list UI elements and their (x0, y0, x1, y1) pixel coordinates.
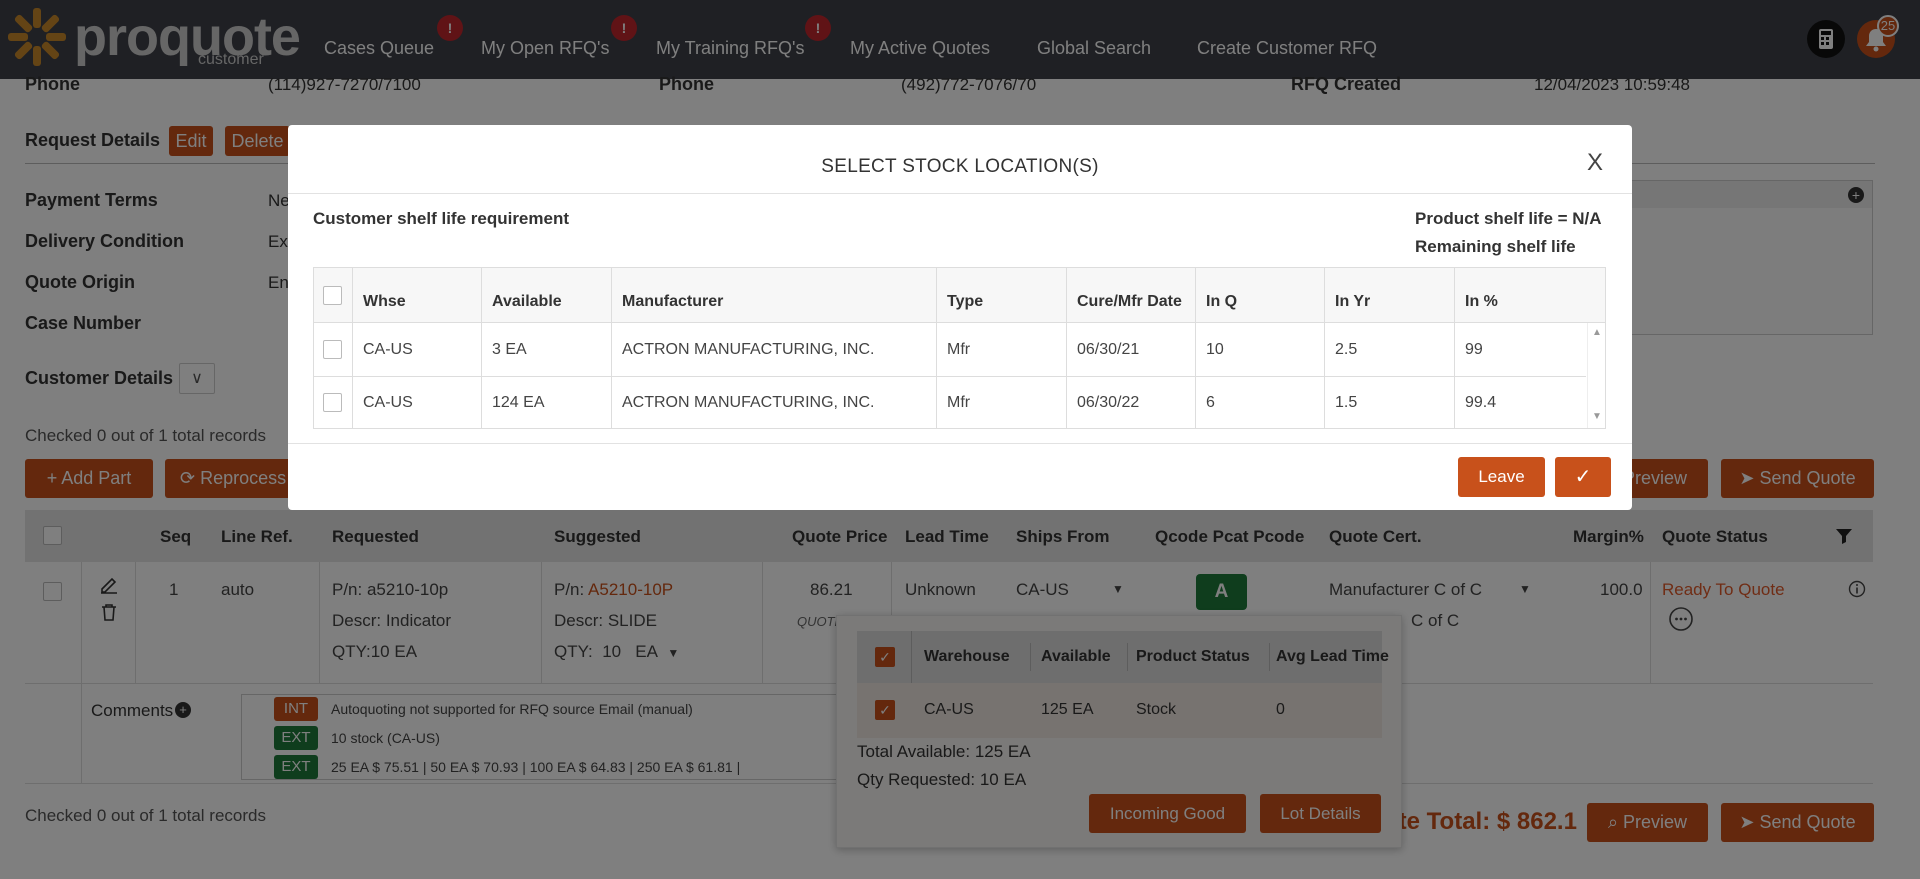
remaining-shelf-life-label: Remaining shelf life (1415, 237, 1576, 256)
stock-type: Mfr (947, 394, 971, 411)
modal-title: SELECT STOCK LOCATION(S) (821, 156, 1099, 177)
stock-row[interactable]: CA-US 3 EA ACTRON MANUFACTURING, INC. Mf… (314, 323, 1586, 377)
select-stock-modal: SELECT STOCK LOCATION(S) X Customer shel… (288, 125, 1632, 510)
modal-footer-divider (288, 443, 1632, 444)
stock-select-all-checkbox[interactable] (323, 286, 342, 305)
stock-whse: CA-US (363, 341, 413, 358)
stock-in-pct: 99.4 (1465, 394, 1497, 411)
stock-manufacturer: ACTRON MANUFACTURING, INC. (622, 394, 875, 411)
stock-in-q: 6 (1206, 394, 1215, 411)
scroll-down-icon[interactable]: ▼ (1592, 411, 1602, 422)
stock-col-whse: Whse (363, 293, 406, 310)
stock-table: Whse Available Manufacturer Type Cure/Mf… (313, 267, 1606, 429)
stock-table-header: Whse Available Manufacturer Type Cure/Mf… (314, 268, 1605, 323)
stock-type: Mfr (947, 341, 971, 358)
stock-col-type: Type (947, 293, 984, 310)
close-icon[interactable]: X (1587, 149, 1603, 177)
stock-row[interactable]: CA-US 124 EA ACTRON MANUFACTURING, INC. … (314, 377, 1586, 428)
stock-col-available: Available (492, 293, 562, 310)
stock-row-checkbox[interactable] (323, 340, 342, 359)
stock-col-cure-date: Cure/Mfr Date (1077, 293, 1182, 310)
stock-col-in-q: In Q (1206, 293, 1238, 310)
modal-divider (288, 193, 1632, 194)
stock-row-checkbox[interactable] (323, 393, 342, 412)
stock-col-in-yr: In Yr (1335, 293, 1371, 310)
stock-cure-date: 06/30/21 (1077, 341, 1140, 358)
stock-in-q: 10 (1206, 341, 1224, 358)
customer-shelf-life-label: Customer shelf life requirement (313, 209, 570, 228)
stock-cure-date: 06/30/22 (1077, 394, 1140, 411)
stock-in-yr: 1.5 (1335, 394, 1358, 411)
stock-manufacturer: ACTRON MANUFACTURING, INC. (622, 341, 875, 358)
stock-available: 124 EA (492, 394, 545, 411)
stock-col-in-pct: In % (1465, 293, 1498, 310)
stock-table-scrollbar[interactable]: ▲ ▼ (1587, 323, 1605, 428)
stock-available: 3 EA (492, 341, 527, 358)
stock-whse: CA-US (363, 394, 413, 411)
leave-button[interactable]: Leave (1458, 457, 1545, 497)
stock-col-manufacturer: Manufacturer (622, 293, 724, 310)
stock-in-yr: 2.5 (1335, 341, 1358, 358)
product-shelf-life-label: Product shelf life = N/A (1415, 209, 1602, 228)
confirm-check-button[interactable]: ✓ (1555, 457, 1611, 497)
scroll-up-icon[interactable]: ▲ (1592, 327, 1602, 338)
stock-in-pct: 99 (1465, 341, 1483, 358)
